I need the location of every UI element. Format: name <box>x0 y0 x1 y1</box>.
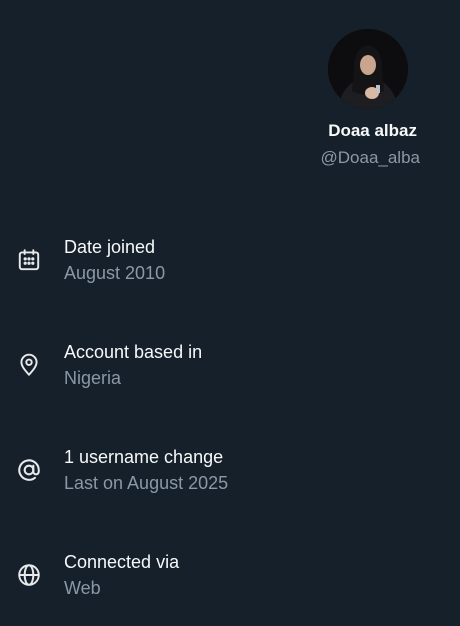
info-row-connected-via: Connected via Web <box>0 544 460 626</box>
about-account-panel: Doaa albaz @Doaa_alba Date joined August <box>0 0 460 626</box>
avatar[interactable] <box>328 29 408 109</box>
info-label: Connected via <box>64 552 180 572</box>
display-name[interactable]: Doaa albaz <box>328 121 417 141</box>
account-info-list: Date joined August 2010 Account based in… <box>0 229 460 626</box>
info-row-account-location: Account based in Nigeria <box>0 334 460 439</box>
info-value: Nigeria <box>64 368 122 388</box>
globe-icon <box>16 562 42 588</box>
calendar-icon <box>16 247 42 273</box>
info-row-date-joined: Date joined August 2010 <box>0 229 460 334</box>
info-value: August 2010 <box>64 263 166 283</box>
info-value: Web <box>64 578 101 598</box>
info-label: Date joined <box>64 237 156 257</box>
at-sign-icon <box>16 457 42 483</box>
location-pin-icon <box>16 352 42 378</box>
info-row-username-changes: 1 username change Last on August 2025 <box>0 439 460 544</box>
info-label: Account based in <box>64 342 203 362</box>
avatar-photo <box>328 29 408 109</box>
user-handle[interactable]: @Doaa_alba <box>321 148 421 168</box>
info-label: 1 username change <box>64 447 224 467</box>
info-value: Last on August 2025 <box>64 473 229 493</box>
